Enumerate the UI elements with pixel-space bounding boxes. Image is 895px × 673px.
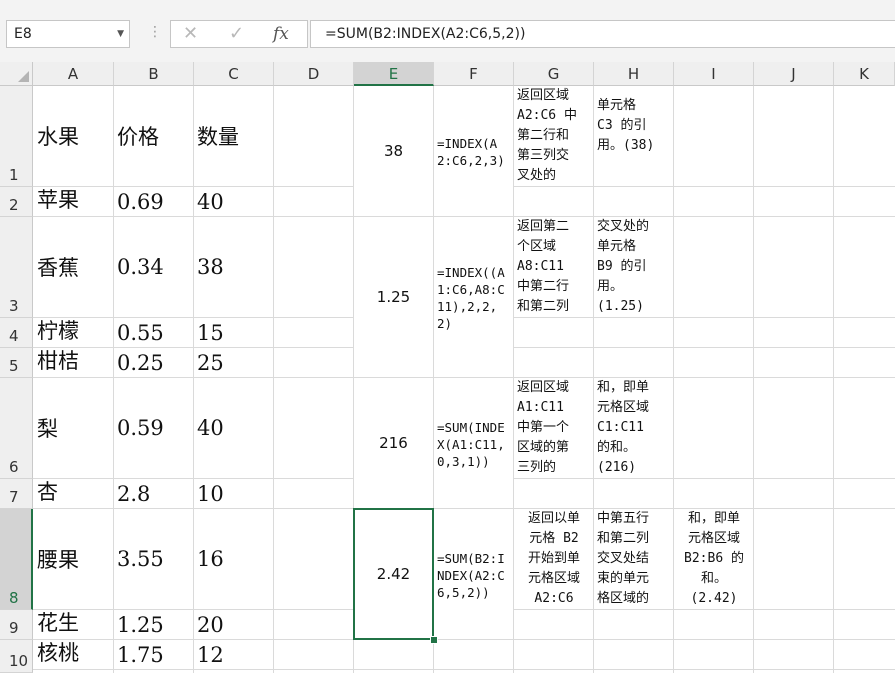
column-header-a[interactable]: A — [33, 62, 114, 86]
cell-a1[interactable]: 水果 — [33, 86, 113, 186]
row-number: 10 — [9, 652, 29, 670]
cell-a10[interactable]: 核桃 — [33, 639, 113, 669]
cell-b10[interactable]: 1.75 — [113, 639, 193, 669]
description-g6[interactable]: 返回区域 A1:C11 中第一个 区域的第 三列的 — [514, 378, 593, 478]
cell-c4[interactable]: 15 — [193, 317, 273, 347]
cancel-icon[interactable]: ✕ — [183, 23, 198, 44]
row-number: 9 — [9, 619, 19, 637]
formula-bar-area: E8 ▼ ⋮ ✕ ✓ fx =SUM(B2:INDEX(A2:C6,5,2)) — [0, 0, 895, 62]
row-number: 2 — [9, 196, 19, 214]
cell-a5[interactable]: 柑桔 — [33, 347, 113, 377]
row-number: 1 — [9, 166, 19, 184]
cell-a9[interactable]: 花生 — [33, 609, 113, 639]
row-header-10[interactable]: 10 — [0, 640, 33, 673]
cell-c3[interactable]: 38 — [193, 216, 273, 317]
cell-a6[interactable]: 梨 — [33, 377, 113, 478]
grid-line — [833, 86, 834, 673]
description-i8[interactable]: 和，即单 元格区域 B2:B6 的 和。 (2.42) — [674, 509, 753, 609]
cell-a3[interactable]: 香蕉 — [33, 216, 113, 317]
row-header-3[interactable]: 3 — [0, 217, 33, 318]
cell-a2[interactable]: 苹果 — [33, 186, 113, 216]
column-header-g[interactable]: G — [514, 62, 594, 86]
formula-input[interactable]: =SUM(B2:INDEX(A2:C6,5,2)) — [310, 20, 895, 48]
chevron-down-icon[interactable]: ▼ — [117, 29, 124, 39]
result-cell-e3[interactable]: 1.25 — [354, 217, 433, 377]
insert-function-icon[interactable]: fx — [273, 24, 289, 44]
cell-c8[interactable]: 16 — [193, 508, 273, 609]
cell-c2[interactable]: 40 — [193, 186, 273, 216]
row-header-9[interactable]: 9 — [0, 610, 33, 640]
column-header-k[interactable]: K — [834, 62, 895, 86]
grid-line — [273, 86, 274, 673]
description-h3[interactable]: 交叉处的 单元格 B9 的引 用。 (1.25) — [594, 217, 673, 317]
sheet-grid[interactable]: 水果 价格 数量 苹果 0.69 40 香蕉 0.34 38 柠檬 0.55 1… — [33, 86, 895, 673]
cell-c5[interactable]: 25 — [193, 347, 273, 377]
cell-a8[interactable]: 腰果 — [33, 508, 113, 609]
description-g8[interactable]: 返回以单 元格 B2 开始到单 元格区域 A2:C6 — [514, 509, 593, 609]
row-header-4[interactable]: 4 — [0, 318, 33, 348]
name-box-value: E8 — [14, 26, 32, 42]
active-cell-selection — [353, 508, 434, 640]
formula-text-f3[interactable]: =INDEX((A1:C6,A8:C11),2,2,2) — [434, 217, 513, 377]
cell-b6[interactable]: 0.59 — [113, 377, 193, 478]
cell-c7[interactable]: 10 — [193, 478, 273, 508]
fill-handle[interactable] — [430, 636, 438, 644]
grid-line — [753, 86, 754, 673]
column-header-c[interactable]: C — [194, 62, 274, 86]
row-header-7[interactable]: 7 — [0, 479, 33, 509]
column-header-b[interactable]: B — [114, 62, 194, 86]
cell-b1[interactable]: 价格 — [113, 86, 193, 186]
name-box[interactable]: E8 ▼ — [6, 20, 130, 48]
description-g1[interactable]: 返回区域 A2:C6 中 第二行和 第三列交 叉处的 — [514, 86, 593, 186]
cell-b2[interactable]: 0.69 — [113, 186, 193, 216]
row-number: 4 — [9, 327, 19, 345]
row-number: 7 — [9, 488, 19, 506]
cell-b9[interactable]: 1.25 — [113, 609, 193, 639]
cell-c6[interactable]: 40 — [193, 377, 273, 478]
column-header-h[interactable]: H — [594, 62, 674, 86]
row-header-2[interactable]: 2 — [0, 187, 33, 217]
row-header-6[interactable]: 6 — [0, 378, 33, 479]
cell-b5[interactable]: 0.25 — [113, 347, 193, 377]
description-h1[interactable]: 单元格 C3 的引 用。(38) — [594, 96, 673, 184]
column-header-e[interactable]: E — [354, 62, 434, 86]
column-header-i[interactable]: I — [674, 62, 754, 86]
formula-text-f1[interactable]: =INDEX(A2:C6,2,3) — [434, 86, 513, 216]
row-number: 8 — [9, 589, 19, 607]
enter-icon[interactable]: ✓ — [229, 23, 244, 44]
cell-a4[interactable]: 柠檬 — [33, 317, 113, 347]
cell-b7[interactable]: 2.8 — [113, 478, 193, 508]
result-cell-e1[interactable]: 38 — [354, 86, 433, 216]
row-number: 5 — [9, 357, 19, 375]
cell-b3[interactable]: 0.34 — [113, 216, 193, 317]
formula-text: =SUM(B2:INDEX(A2:C6,5,2)) — [325, 26, 526, 42]
cell-b8[interactable]: 3.55 — [113, 508, 193, 609]
column-header-f[interactable]: F — [434, 62, 514, 86]
formula-text-f6[interactable]: =SUM(INDEX(A1:C11,0,3,1)) — [434, 378, 513, 508]
cell-c1[interactable]: 数量 — [193, 86, 273, 186]
drag-handle-icon[interactable]: ⋮ — [148, 24, 162, 40]
cell-c9[interactable]: 20 — [193, 609, 273, 639]
row-number: 3 — [9, 297, 19, 315]
column-header-j[interactable]: J — [754, 62, 834, 86]
row-number: 6 — [9, 458, 19, 476]
row-header-5[interactable]: 5 — [0, 348, 33, 378]
row-header-8[interactable]: 8 — [0, 509, 33, 610]
formula-text-f8[interactable]: =SUM(B2:INDEX(A2:C6,5,2)) — [434, 509, 513, 639]
grid-line — [33, 669, 895, 670]
cell-c10[interactable]: 12 — [193, 639, 273, 669]
column-header-d[interactable]: D — [274, 62, 354, 86]
select-all-corner[interactable] — [0, 62, 33, 86]
formula-buttons: ✕ ✓ fx — [170, 20, 308, 48]
description-g3[interactable]: 返回第二 个区域 A8:C11 中第二行 和第二列 — [514, 217, 593, 317]
result-cell-e6[interactable]: 216 — [354, 378, 433, 508]
cell-a7[interactable]: 杏 — [33, 478, 113, 508]
row-header-1[interactable]: 1 — [0, 86, 33, 187]
description-h8[interactable]: 中第五行 和第二列 交叉处结 束的单元 格区域的 — [594, 509, 673, 609]
description-h6[interactable]: 和，即单 元格区域 C1:C11 的和。 (216) — [594, 378, 673, 478]
cell-b4[interactable]: 0.55 — [113, 317, 193, 347]
